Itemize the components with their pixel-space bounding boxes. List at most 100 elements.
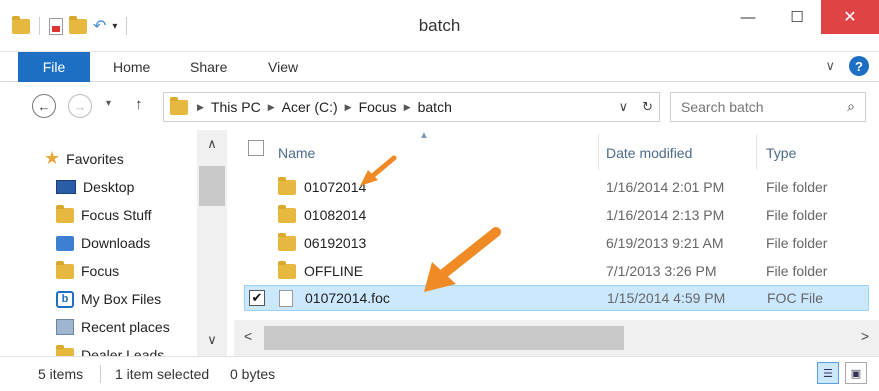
scroll-up-icon[interactable]: ∧ [197, 136, 227, 152]
ribbon: File Home Share View ∨ ? [0, 52, 879, 82]
chevron-right-icon[interactable]: ▶ [345, 102, 352, 113]
folder-icon [278, 204, 296, 223]
folder-icon [56, 260, 74, 279]
address-controls: ∨ ↻ [619, 99, 653, 115]
file-list: ▲ Name Date modified Type 01072014 1/16/… [234, 130, 879, 320]
tab-share[interactable]: Share [190, 59, 227, 75]
file-date: 6/19/2013 9:21 AM [606, 235, 724, 251]
select-all-checkbox[interactable] [248, 140, 264, 156]
minimize-button[interactable]: — [723, 0, 773, 34]
file-name: 01082014 [304, 207, 367, 223]
nav-item-desktop[interactable]: Desktop [56, 175, 134, 199]
favorites-label: Favorites [66, 150, 124, 167]
window-controls: — ☐ ✕ [723, 0, 879, 34]
refresh-icon[interactable]: ↻ [642, 99, 653, 115]
file-row[interactable]: 06192013 6/19/2013 9:21 AM File folder [244, 230, 869, 256]
file-type: File folder [766, 179, 828, 195]
column-divider[interactable] [598, 134, 599, 170]
address-bar[interactable]: ▶ This PC ▶ Acer (C:) ▶ Focus ▶ batch ∨ … [163, 92, 660, 122]
nav-item-dealer-leads[interactable]: Dealer Leads [56, 343, 164, 356]
status-bar: 5 items 1 item selected 0 bytes ☰ ▣ [0, 356, 879, 391]
chevron-right-icon[interactable]: ▶ [197, 102, 204, 113]
details-view-icon[interactable]: ☰ [817, 362, 839, 384]
nav-item-label: Recent places [81, 319, 170, 335]
help-icon[interactable]: ? [849, 56, 869, 76]
tab-home[interactable]: Home [113, 59, 150, 75]
search-icon[interactable]: ⌕ [847, 98, 855, 115]
address-dropdown-icon[interactable]: ∨ [619, 99, 629, 115]
nav-item-my-box-files[interactable]: b My Box Files [56, 287, 161, 311]
file-type: FOC File [767, 290, 823, 306]
recent-locations-dropdown[interactable]: ▾ [106, 98, 111, 109]
file-row[interactable]: 01072014 1/16/2014 2:01 PM File folder [244, 174, 869, 200]
downloads-icon [56, 235, 74, 251]
file-name: 01072014 [304, 179, 367, 195]
file-date: 7/1/2013 3:26 PM [606, 263, 717, 279]
column-header-type[interactable]: Type [766, 140, 796, 166]
large-icons-view-icon[interactable]: ▣ [845, 362, 867, 384]
folder-icon [278, 232, 296, 251]
nav-item-label: Desktop [83, 179, 135, 195]
file-date: 1/16/2014 2:01 PM [606, 179, 725, 195]
separator [100, 365, 101, 383]
scroll-left-icon[interactable]: < [244, 328, 252, 344]
nav-item-label: Dealer Leads [81, 347, 165, 356]
file-date: 1/15/2014 4:59 PM [607, 290, 726, 306]
search-input[interactable] [681, 99, 831, 115]
ribbon-controls: ∨ ? [825, 56, 869, 76]
nav-item-recent-places[interactable]: Recent places [56, 315, 170, 339]
search-box[interactable]: ⌕ [670, 92, 866, 122]
favorites-header[interactable]: ★ Favorites [44, 148, 124, 169]
tab-view[interactable]: View [268, 59, 298, 75]
view-buttons: ☰ ▣ [817, 362, 867, 384]
file-name: OFFLINE [304, 263, 364, 279]
desktop-icon [56, 180, 76, 194]
tab-file[interactable]: File [18, 52, 90, 82]
column-header-name[interactable]: Name [278, 140, 315, 166]
file-row-selected[interactable]: ✔ 01072014.foc 1/15/2014 4:59 PM FOC Fil… [244, 285, 869, 311]
forward-button[interactable]: → [68, 94, 92, 118]
nav-pane-scrollbar[interactable]: ∧ ∨ [197, 130, 227, 356]
scroll-thumb[interactable] [264, 326, 624, 350]
close-button[interactable]: ✕ [821, 0, 879, 34]
maximize-button[interactable]: ☐ [773, 0, 821, 34]
column-header-date-modified[interactable]: Date modified [606, 140, 692, 166]
file-row[interactable]: 01082014 1/16/2014 2:13 PM File folder [244, 202, 869, 228]
chevron-right-icon[interactable]: ▶ [268, 102, 275, 113]
back-button[interactable]: ← [32, 94, 56, 118]
scroll-thumb[interactable] [199, 166, 225, 206]
expand-ribbon-icon[interactable]: ∨ [825, 58, 835, 74]
row-checkbox[interactable]: ✔ [249, 290, 265, 306]
column-divider[interactable] [756, 134, 757, 170]
file-name: 06192013 [304, 235, 367, 251]
file-row[interactable]: OFFLINE 7/1/2013 3:26 PM File folder [244, 258, 869, 284]
sort-ascending-icon: ▲ [419, 130, 429, 141]
file-type: File folder [766, 263, 828, 279]
file-name: 01072014.foc [305, 290, 390, 306]
star-icon: ★ [44, 148, 61, 168]
nav-item-label: Focus Stuff [81, 207, 152, 223]
scroll-down-icon[interactable]: ∨ [197, 332, 227, 348]
up-button[interactable]: ↑ [135, 96, 143, 113]
breadcrumb-this-pc[interactable]: This PC [211, 99, 261, 115]
nav-item-focus[interactable]: Focus [56, 259, 119, 283]
breadcrumb-batch[interactable]: batch [418, 99, 452, 115]
nav-item-downloads[interactable]: Downloads [56, 231, 150, 255]
selection-count: 1 item selected [115, 366, 210, 382]
nav-item-focus-stuff[interactable]: Focus Stuff [56, 203, 152, 227]
folder-icon [56, 344, 74, 356]
box-icon: b [56, 290, 74, 308]
title-bar: ↶ ▾ batch — ☐ ✕ [0, 0, 879, 52]
nav-item-label: Focus [81, 263, 120, 279]
file-date: 1/16/2014 2:13 PM [606, 207, 725, 223]
breadcrumb-focus[interactable]: Focus [359, 99, 397, 115]
address-row: ← → ▾ ↑ ▶ This PC ▶ Acer (C:) ▶ Focus ▶ … [0, 82, 879, 130]
file-icon [279, 289, 293, 307]
file-type: File folder [766, 207, 828, 223]
scroll-right-icon[interactable]: > [861, 328, 869, 344]
file-type: File folder [766, 235, 828, 251]
breadcrumb-acer-c[interactable]: Acer (C:) [282, 99, 338, 115]
chevron-right-icon[interactable]: ▶ [404, 102, 411, 113]
nav-item-label: My Box Files [81, 291, 162, 307]
horizontal-scrollbar[interactable]: < > [234, 320, 879, 356]
